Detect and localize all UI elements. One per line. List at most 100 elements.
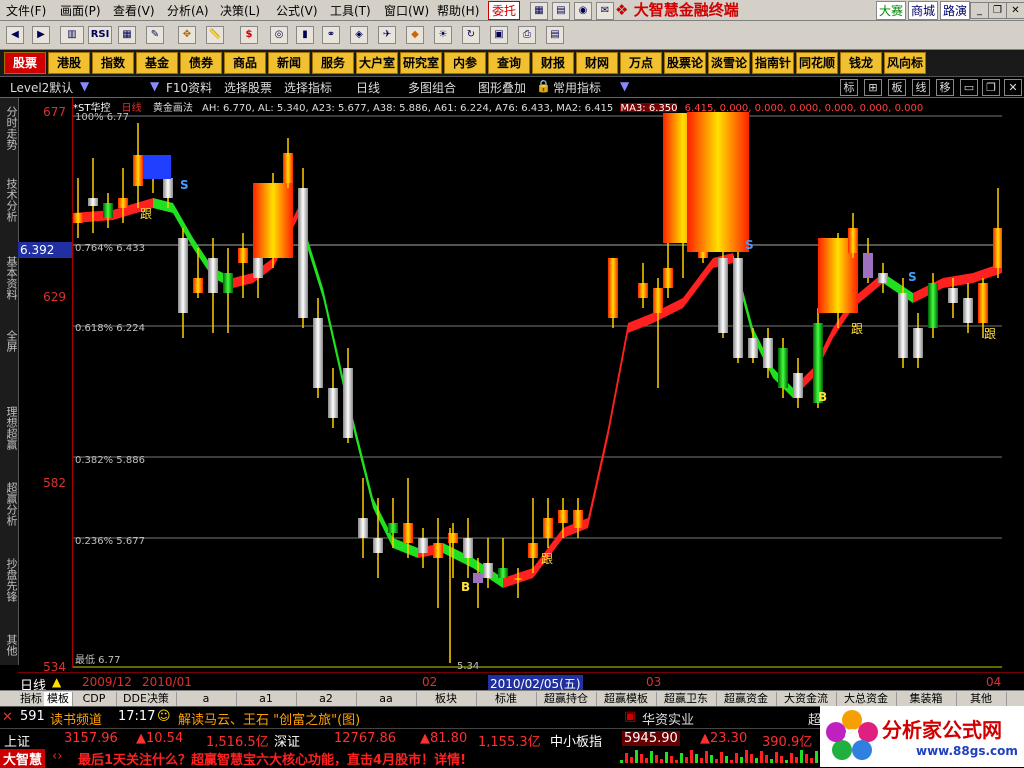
- close-chart-icon[interactable]: ✕: [1004, 79, 1022, 96]
- indicator-tab-3[interactable]: DDE决策: [116, 692, 177, 706]
- menu-help[interactable]: 帮助(H): [437, 2, 479, 19]
- split-icon[interactable]: ▥: [60, 26, 84, 44]
- func-button-16[interactable]: 淡雪论: [708, 52, 750, 74]
- level2-select[interactable]: Level2默认: [10, 79, 73, 96]
- menu-analysis[interactable]: 分析(A): [167, 2, 209, 19]
- chat-icon[interactable]: ✉: [596, 2, 614, 20]
- candlestick-chart[interactable]: [73, 98, 1003, 668]
- forward-icon[interactable]: ▶: [32, 26, 50, 44]
- func-button-11[interactable]: 查询: [488, 52, 530, 74]
- indicator-tab-16[interactable]: 集装箱: [896, 692, 957, 706]
- link-contest[interactable]: 大赛: [876, 1, 907, 20]
- calc-icon[interactable]: ▣: [490, 26, 508, 44]
- ruler-icon[interactable]: 📏: [206, 26, 224, 44]
- binoculars-icon[interactable]: ⚭: [322, 26, 340, 44]
- indicator-tab-13[interactable]: 超赢资金: [716, 692, 777, 706]
- indicator-tab-2[interactable]: CDP: [72, 692, 117, 706]
- menu-window[interactable]: 窗口(W): [384, 2, 429, 19]
- menu-view[interactable]: 查看(V): [113, 2, 155, 19]
- stock-icon[interactable]: ▦: [530, 2, 548, 20]
- side-tab-pioneer[interactable]: 抄盘先锋: [1, 558, 18, 602]
- minimize-icon[interactable]: _: [970, 2, 989, 19]
- func-button-12[interactable]: 财报: [532, 52, 574, 74]
- indicator-tab-17[interactable]: 其他: [956, 692, 1007, 706]
- weight-button[interactable]: 板: [888, 79, 906, 96]
- close-icon[interactable]: ✕: [1006, 2, 1024, 19]
- refresh-icon[interactable]: ↻: [462, 26, 480, 44]
- func-button-20[interactable]: 风向标: [884, 52, 926, 74]
- signal-icon[interactable]: ✈: [378, 26, 396, 44]
- func-button-5[interactable]: 商品: [224, 52, 266, 74]
- indicator-tab-10[interactable]: 超赢持仓: [536, 692, 597, 706]
- func-button-7[interactable]: 服务: [312, 52, 354, 74]
- move-icon[interactable]: ✥: [178, 26, 196, 44]
- side-tab-technical[interactable]: 技术分析: [1, 178, 18, 222]
- indicator-tab-8[interactable]: 板块: [416, 692, 477, 706]
- crosshair-icon[interactable]: ⊞: [864, 79, 882, 96]
- menu-decision[interactable]: 决策(L): [220, 2, 260, 19]
- func-button-14[interactable]: 万点: [620, 52, 662, 74]
- indicator-tab-4[interactable]: a: [176, 692, 237, 706]
- paper-icon[interactable]: ▤: [546, 26, 564, 44]
- period-button[interactable]: 日线: [356, 79, 380, 96]
- link-roadshow[interactable]: 路演: [940, 1, 971, 20]
- entrust-button[interactable]: 委托: [488, 1, 521, 20]
- menu-formula[interactable]: 公式(V): [276, 2, 318, 19]
- indicator-tab-15[interactable]: 大总资金: [836, 692, 897, 706]
- ticker-text[interactable]: 最后1天关注什么？超赢智慧宝六大核心功能，直击4月股市！详情!: [78, 749, 466, 768]
- func-button-3[interactable]: 基金: [136, 52, 178, 74]
- globe-icon[interactable]: ◉: [574, 2, 592, 20]
- func-button-18[interactable]: 同花顺: [796, 52, 838, 74]
- side-tab-ideal[interactable]: 理想超赢: [1, 406, 18, 450]
- func-button-6[interactable]: 新闻: [268, 52, 310, 74]
- calendar-icon[interactable]: ▤: [552, 2, 570, 20]
- select-indicator-button[interactable]: 选择指标: [284, 79, 332, 96]
- dollar-icon[interactable]: $: [240, 26, 258, 44]
- common-indicator-button[interactable]: 常用指标: [553, 79, 601, 96]
- ticker-brand[interactable]: 大智慧: [0, 749, 46, 768]
- indicator-tab-1[interactable]: 模板: [44, 692, 73, 706]
- news-headline[interactable]: 解读马云、王石 "创富之旅"(图): [178, 709, 360, 728]
- ticker-arrows-icon[interactable]: ‹›: [52, 749, 62, 764]
- link-mall[interactable]: 商城: [908, 1, 939, 20]
- restore-chart-icon[interactable]: ❐: [982, 79, 1000, 96]
- eye-icon[interactable]: ◎: [270, 26, 288, 44]
- window-icon[interactable]: ▭: [960, 79, 978, 96]
- chart-icon[interactable]: ▮: [296, 26, 314, 44]
- print-icon[interactable]: ⎙: [518, 26, 536, 44]
- side-tab-intraday[interactable]: 分时走势: [1, 106, 18, 150]
- rsi-icon[interactable]: RSI: [88, 26, 112, 44]
- back-icon[interactable]: ◀: [6, 26, 24, 44]
- indicator-tab-11[interactable]: 超赢模板: [596, 692, 657, 706]
- mark-button[interactable]: 标: [840, 79, 858, 96]
- indicator-tab-12[interactable]: 超赢卫东: [656, 692, 717, 706]
- restore-icon[interactable]: ❐: [988, 2, 1007, 19]
- func-button-13[interactable]: 财网: [576, 52, 618, 74]
- func-button-17[interactable]: 指南针: [752, 52, 794, 74]
- indicator-tab-0[interactable]: 指标: [18, 692, 45, 706]
- lock-icon[interactable]: 🔒: [536, 79, 551, 93]
- f10-button[interactable]: F10资料: [166, 79, 212, 96]
- close-news-icon[interactable]: ✕: [2, 710, 13, 725]
- indicator-tab-9[interactable]: 标准: [476, 692, 537, 706]
- megaphone-icon[interactable]: ◈: [350, 26, 368, 44]
- menu-file[interactable]: 文件(F): [6, 2, 46, 19]
- move-button[interactable]: 移: [936, 79, 954, 96]
- side-tab-other[interactable]: 其他: [1, 634, 18, 656]
- indicator-tab-14[interactable]: 大资金流: [776, 692, 837, 706]
- func-button-1[interactable]: 港股: [48, 52, 90, 74]
- overlay-button[interactable]: 图形叠加: [478, 79, 526, 96]
- dropdown-arrow-icon-2[interactable]: ▼: [150, 79, 159, 93]
- menu-tools[interactable]: 工具(T): [330, 2, 371, 19]
- compass-icon[interactable]: ◆: [406, 26, 424, 44]
- news-channel[interactable]: 读书频道: [50, 709, 102, 728]
- select-stock-button[interactable]: 选择股票: [224, 79, 272, 96]
- func-button-10[interactable]: 内参: [444, 52, 486, 74]
- indicator-tab-7[interactable]: aa: [356, 692, 417, 706]
- func-button-8[interactable]: 大户室: [356, 52, 398, 74]
- side-tab-fundamentals[interactable]: 基本资料: [1, 256, 18, 300]
- multi-chart-button[interactable]: 多图组合: [408, 79, 456, 96]
- edit-icon[interactable]: ✎: [146, 26, 164, 44]
- side-tab-superwin[interactable]: 超赢分析: [1, 482, 18, 526]
- func-button-9[interactable]: 研究室: [400, 52, 442, 74]
